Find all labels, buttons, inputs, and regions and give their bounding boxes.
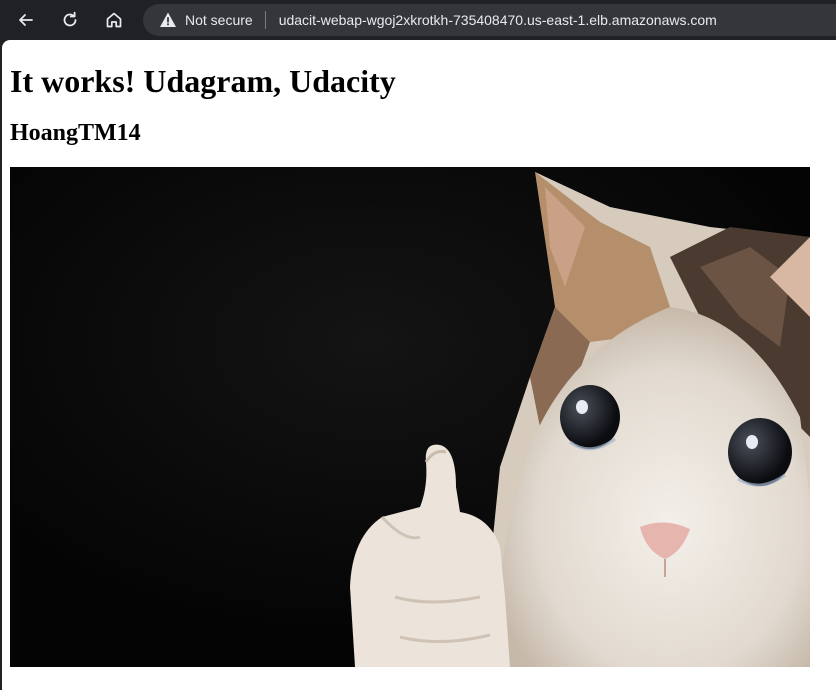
home-button[interactable] bbox=[98, 4, 130, 36]
reload-button[interactable] bbox=[54, 4, 86, 36]
page-subtitle: HoangTM14 bbox=[10, 120, 141, 146]
back-arrow-icon bbox=[19, 14, 33, 26]
cat-photo bbox=[10, 167, 810, 667]
home-icon bbox=[106, 12, 122, 28]
url-text[interactable]: udacit-webap-wgoj2xkrotkh-735408470.us-e… bbox=[279, 12, 717, 28]
back-button[interactable] bbox=[10, 4, 42, 36]
security-status[interactable]: Not secure bbox=[185, 12, 253, 28]
browser-toolbar: Not secure udacit-webap-wgoj2xkrotkh-735… bbox=[0, 0, 836, 40]
address-bar[interactable]: Not secure udacit-webap-wgoj2xkrotkh-735… bbox=[143, 4, 836, 36]
page-viewport: It works! Udagram, Udacity HoangTM14 bbox=[2, 40, 836, 690]
page-title: It works! Udagram, Udacity bbox=[10, 63, 396, 99]
warning-icon[interactable] bbox=[159, 11, 177, 29]
omnibox-divider bbox=[264, 11, 266, 29]
crying-cat-thumbs-up-image bbox=[10, 167, 810, 667]
reload-icon bbox=[63, 11, 77, 27]
